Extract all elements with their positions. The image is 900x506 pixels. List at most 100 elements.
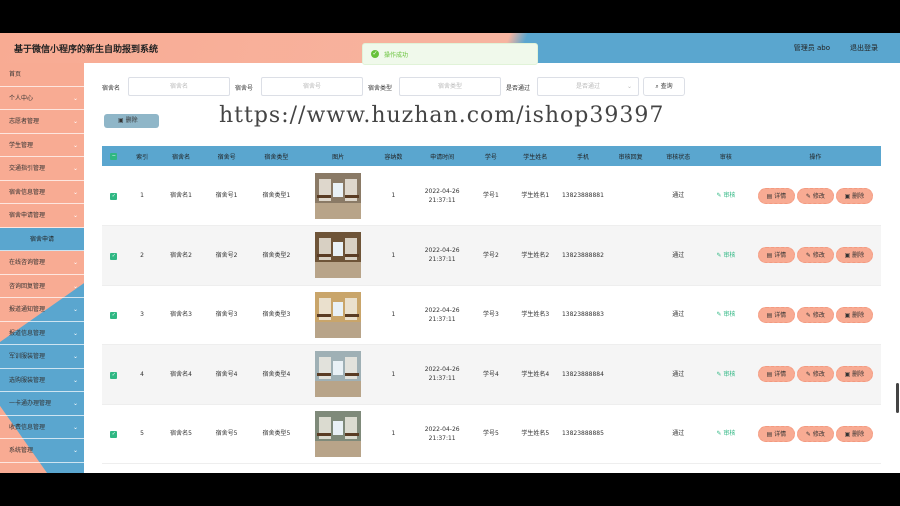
- sidebar-item[interactable]: 首页: [0, 63, 84, 87]
- dorm-name-input[interactable]: 宿舍名: [128, 77, 230, 96]
- approved-select[interactable]: 是否通过 ⌄: [537, 77, 639, 96]
- detail-button[interactable]: ▤ 详情: [757, 187, 795, 204]
- sidebar-item-label: 系统管理: [9, 447, 34, 454]
- edit-button[interactable]: ✎ 修改: [796, 366, 834, 383]
- dorm-photo: [315, 351, 362, 398]
- audit-cell[interactable]: ✎ 审核: [702, 166, 750, 226]
- watermark-text: https://www.huzhan.com/ishop39397: [219, 103, 665, 128]
- trash-icon: ▣: [844, 192, 851, 200]
- detail-button[interactable]: ▤ 详情: [757, 247, 795, 264]
- sidebar-item-label: 宿舍申请: [29, 235, 54, 243]
- chevron-down-icon: ⌄: [72, 329, 78, 337]
- table-row: ✓ 1 宿舍名1 宿舍号1 宿舍类型1 1 2022-04-26 21:37:11 学号1 学生…: [102, 166, 881, 226]
- edit-button[interactable]: ✎ 修改: [796, 187, 834, 204]
- sidebar-item-label: 交通指引管理: [9, 165, 46, 172]
- cell-reply: [607, 226, 655, 286]
- column-header: 宿舍类型: [264, 153, 289, 161]
- cell-reply: [607, 285, 655, 345]
- audit-link[interactable]: ✎ 审核: [716, 430, 735, 437]
- row-select-cell[interactable]: ✓: [102, 404, 126, 464]
- detail-button[interactable]: ▤ 详情: [757, 306, 795, 323]
- trash-icon: ▣: [844, 311, 851, 319]
- cell-student-id: 学号4: [482, 370, 499, 378]
- detail-button[interactable]: ▤ 详情: [757, 425, 795, 442]
- sidebar-item[interactable]: 一卡通办理管理 ⌄: [0, 392, 84, 416]
- search-icon: ⌕: [655, 83, 659, 90]
- cell-capacity: 1: [391, 251, 396, 259]
- audit-link[interactable]: ✎ 审核: [716, 371, 735, 378]
- row-checkbox[interactable]: ✓: [110, 252, 118, 260]
- row-select-cell[interactable]: ✓: [102, 226, 126, 286]
- row-select-cell[interactable]: ✓: [102, 166, 126, 226]
- audit-link[interactable]: ✎ 审核: [716, 192, 735, 199]
- audit-cell[interactable]: ✎ 审核: [702, 226, 750, 286]
- audit-cell[interactable]: ✎ 审核: [702, 345, 750, 405]
- sidebar-item[interactable]: 军训服装管理 ⌄: [0, 345, 84, 369]
- scrollbar-thumb[interactable]: [896, 383, 899, 413]
- photo-cell: [304, 166, 373, 226]
- cell-capacity: 1: [391, 311, 396, 319]
- audit-link[interactable]: ✎ 审核: [716, 311, 735, 318]
- delete-button[interactable]: ▣ 删除: [835, 187, 873, 204]
- sidebar-item[interactable]: 收费信息管理 ⌄: [0, 416, 84, 439]
- row-checkbox[interactable]: ✓: [110, 193, 118, 200]
- sidebar-item-label: 收费信息管理: [9, 423, 46, 431]
- dorm-no-input[interactable]: 宿舍号: [261, 77, 363, 96]
- cell-index: 5: [140, 430, 144, 438]
- bulk-delete-button[interactable]: ▣ 删除: [104, 114, 159, 128]
- chevron-down-icon: ⌄: [72, 259, 78, 266]
- cell-index: 4: [140, 370, 144, 378]
- sidebar-item[interactable]: 报道信息管理 ⌄: [0, 322, 84, 345]
- cell-status: 通过: [672, 370, 685, 378]
- sidebar-item[interactable]: 学生管理 ⌄: [0, 134, 84, 157]
- select-all-header[interactable]: −: [102, 146, 126, 166]
- sidebar-item[interactable]: 咨询回复管理 ⌄: [0, 275, 84, 298]
- sidebar-item[interactable]: 志愿者管理 ⌄: [0, 110, 84, 134]
- sidebar-item[interactable]: 宿舍申请: [0, 227, 84, 251]
- search-bar: 宿舍名 宿舍名 宿舍号 宿舍号 宿舍类型 宿舍类型 是否通过 是否通过 ⌄ ⌕ …: [102, 77, 862, 97]
- sidebar-item[interactable]: 个人中心 ⌄: [0, 87, 84, 110]
- edit-button[interactable]: ✎ 修改: [796, 306, 834, 323]
- row-checkbox[interactable]: ✓: [110, 371, 118, 379]
- edit-button[interactable]: ✎ 修改: [796, 247, 834, 264]
- row-select-cell[interactable]: ✓: [102, 345, 126, 405]
- sidebar-item[interactable]: 系统管理 ⌄: [0, 439, 84, 463]
- delete-button[interactable]: ▣ 删除: [835, 425, 873, 442]
- sidebar-item[interactable]: 宿舍信息管理 ⌄: [0, 181, 84, 204]
- sidebar-item[interactable]: 交通指引管理 ⌄: [0, 157, 84, 181]
- sidebar-item[interactable]: 在线咨询管理 ⌄: [0, 251, 84, 275]
- app-title: 基于微信小程序的新生自助报到系统: [14, 45, 159, 55]
- column-header: 审核: [719, 153, 732, 161]
- select-all-checkbox[interactable]: −: [110, 153, 118, 160]
- cell-name: 宿舍名3: [170, 311, 192, 319]
- dorm-name-label: 宿舍名: [102, 85, 121, 92]
- sidebar-item[interactable]: 报道通知管理 ⌄: [0, 298, 84, 322]
- query-button[interactable]: ⌕ 查询: [643, 77, 685, 96]
- sidebar-item[interactable]: 宿舍申请管理 ⌄: [0, 204, 84, 228]
- toast-message: 操作成功: [384, 52, 409, 59]
- audit-cell[interactable]: ✎ 审核: [702, 285, 750, 345]
- pencil-icon: ✎: [805, 252, 811, 260]
- sidebar-item-label: 宿舍信息管理: [9, 188, 46, 196]
- dorm-type-label: 宿舍类型: [368, 85, 393, 92]
- audit-cell[interactable]: ✎ 审核: [702, 404, 750, 464]
- column-header: 操作: [809, 153, 822, 161]
- row-select-cell[interactable]: ✓: [102, 285, 126, 345]
- audit-link[interactable]: ✎ 审核: [716, 252, 735, 259]
- cell-name: 宿舍名2: [170, 251, 192, 259]
- delete-button[interactable]: ▣ 删除: [835, 306, 873, 323]
- detail-button[interactable]: ▤ 详情: [757, 366, 795, 383]
- sidebar-item[interactable]: 选购服装管理 ⌄: [0, 369, 84, 392]
- dorm-type-input[interactable]: 宿舍类型: [399, 77, 501, 96]
- chevron-down-icon: ⌄: [72, 165, 78, 172]
- logout-link[interactable]: 退出登录: [850, 43, 878, 53]
- row-checkbox[interactable]: ✓: [110, 431, 118, 439]
- edit-button[interactable]: ✎ 修改: [796, 425, 834, 442]
- edit-icon: ✎: [716, 370, 722, 378]
- table-header-row: − 索引 宿舍名 宿舍号 宿舍类型 图片 容纳数 申请时间 学号 学生姓名 手机 审核回复 审核状态 审…: [102, 146, 881, 166]
- delete-button[interactable]: ▣ 删除: [835, 366, 873, 383]
- table-row: ✓ 4 宿舍名4 宿舍号4 宿舍类型4 1 2022-04-26 21:37:11 学号4 学生…: [102, 344, 881, 405]
- cell-name: 宿舍名1: [170, 192, 192, 199]
- row-checkbox[interactable]: ✓: [110, 312, 118, 320]
- delete-button[interactable]: ▣ 删除: [835, 247, 873, 264]
